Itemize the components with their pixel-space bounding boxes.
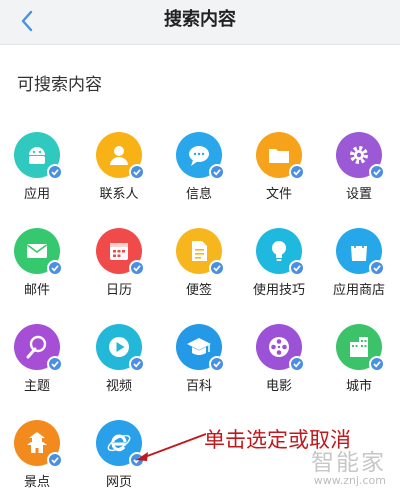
encyclopedia-icon-circle <box>176 324 225 372</box>
header-bar: 搜索内容 <box>0 0 400 45</box>
messages-icon-circle <box>176 132 225 180</box>
checked-icon <box>129 260 145 276</box>
gear-icon <box>350 146 368 164</box>
browser-e-icon <box>107 434 131 452</box>
item-files[interactable]: 文件 <box>246 132 312 202</box>
bulb-icon <box>272 241 286 261</box>
watermark-url: www.znj.com <box>313 474 386 487</box>
item-tips[interactable]: 使用技巧 <box>246 228 312 298</box>
checked-icon <box>369 356 385 372</box>
item-label: 设置 <box>345 187 372 202</box>
item-label: 联系人 <box>99 187 139 202</box>
item-settings[interactable]: 设置 <box>326 132 392 202</box>
attractions-icon-circle <box>14 420 63 468</box>
checked-icon <box>209 260 225 276</box>
item-label: 电影 <box>265 379 292 394</box>
android-icon <box>29 147 45 164</box>
item-label: 应用商店 <box>332 283 385 298</box>
movies-icon-circle <box>256 324 305 372</box>
video-icon-circle <box>96 324 145 372</box>
item-themes[interactable]: 主题 <box>4 324 70 394</box>
calendar-icon <box>110 243 128 260</box>
item-label: 文件 <box>265 187 292 202</box>
apps-icon-circle <box>14 132 63 180</box>
item-label: 百科 <box>185 379 212 394</box>
bag-icon <box>351 240 367 261</box>
palette-icon <box>26 335 47 359</box>
files-icon-circle <box>256 132 305 180</box>
note-icon <box>192 241 207 261</box>
item-apps[interactable]: 应用 <box>4 132 70 202</box>
mail-icon-circle <box>14 228 63 276</box>
item-label: 使用技巧 <box>252 283 305 298</box>
item-label: 邮件 <box>23 283 50 298</box>
checked-icon <box>289 164 305 180</box>
item-mail[interactable]: 邮件 <box>4 228 70 298</box>
checked-icon <box>369 260 385 276</box>
item-label: 主题 <box>23 379 50 394</box>
contacts-icon-circle <box>96 132 145 180</box>
item-label: 应用 <box>23 187 50 202</box>
item-video[interactable]: 视频 <box>86 324 152 394</box>
app-store-icon-circle <box>336 228 385 276</box>
calendar-icon-circle <box>96 228 145 276</box>
item-attractions[interactable]: 景点 <box>4 420 70 490</box>
city-icon-circle <box>336 324 385 372</box>
checked-icon <box>47 260 63 276</box>
play-icon <box>109 337 129 357</box>
item-notes[interactable]: 便签 <box>166 228 232 298</box>
annotation-arrow-icon <box>136 433 207 461</box>
checked-icon <box>209 356 225 372</box>
item-city[interactable]: 城市 <box>326 324 392 394</box>
item-app-store[interactable]: 应用商店 <box>326 228 392 298</box>
tips-icon-circle <box>256 228 305 276</box>
section-title: 可搜索内容 <box>17 75 102 95</box>
item-encyclopedia[interactable]: 百科 <box>166 324 232 394</box>
item-label: 信息 <box>185 187 212 202</box>
film-reel-icon <box>269 337 289 357</box>
checked-icon <box>129 356 145 372</box>
graduation-cap-icon <box>187 338 211 355</box>
checked-icon <box>47 356 63 372</box>
checked-icon <box>209 164 225 180</box>
checked-icon <box>289 260 305 276</box>
item-contacts[interactable]: 联系人 <box>86 132 152 202</box>
item-label: 日历 <box>105 283 132 298</box>
page-title: 搜索内容 <box>164 9 236 30</box>
checked-icon <box>289 356 305 372</box>
item-label: 便签 <box>185 283 212 298</box>
watermark-brand: 智能家 <box>311 450 386 476</box>
notes-icon-circle <box>176 228 225 276</box>
item-label: 城市 <box>345 379 372 394</box>
pagoda-icon <box>27 432 47 453</box>
contact-icon <box>110 146 128 165</box>
checked-icon <box>369 164 385 180</box>
settings-icon-circle <box>336 132 385 180</box>
item-calendar[interactable]: 日历 <box>86 228 152 298</box>
mail-icon <box>27 244 47 258</box>
item-messages[interactable]: 信息 <box>166 132 232 202</box>
folder-icon <box>269 149 289 163</box>
message-icon <box>189 146 209 166</box>
item-label: 网页 <box>105 475 132 490</box>
item-movies[interactable]: 电影 <box>246 324 312 394</box>
item-label: 景点 <box>23 475 50 490</box>
themes-icon-circle <box>14 324 63 372</box>
checked-icon <box>47 164 63 180</box>
checked-icon <box>129 164 145 180</box>
building-icon <box>350 337 368 357</box>
item-label: 视频 <box>105 379 132 394</box>
checked-icon <box>47 452 63 468</box>
